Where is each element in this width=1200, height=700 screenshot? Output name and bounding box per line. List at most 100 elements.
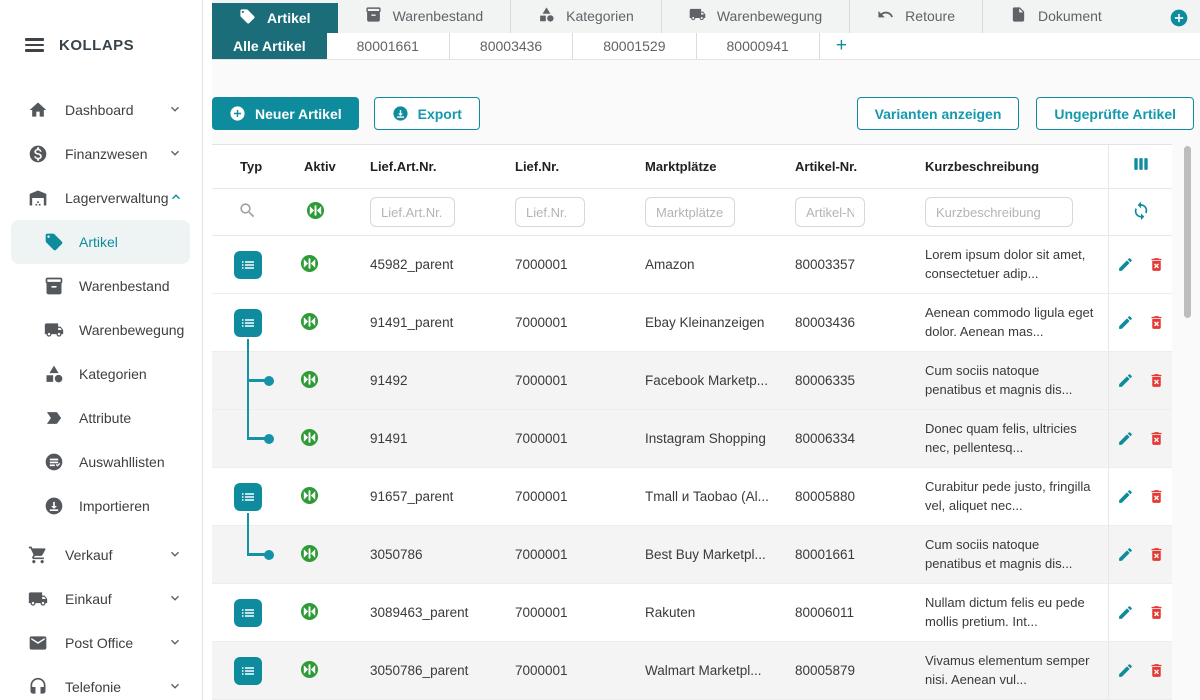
sidebar-item-label: Dashboard (65, 102, 134, 118)
sidebar-item-label: Finanzwesen (65, 146, 148, 162)
sidebar-item-label: Telefonie (65, 679, 121, 695)
active-status-icon (300, 254, 319, 276)
subtab-80000941[interactable]: 80000941 (696, 33, 819, 59)
col-header-aktiv: Aktiv (282, 145, 352, 188)
subtab-80003436[interactable]: 80003436 (449, 33, 572, 59)
sidebar-item-label: Warenbewegung (79, 322, 184, 338)
tree-connector (247, 339, 249, 353)
delete-icon[interactable] (1148, 546, 1165, 563)
sidebar-item-finanzwesen[interactable]: Finanzwesen (0, 132, 202, 176)
active-status-icon (300, 602, 319, 624)
sidebar-item-label: Verkauf (65, 547, 112, 563)
sidebar-item-attribute[interactable]: Attribute (0, 396, 202, 440)
delete-icon[interactable] (1148, 604, 1165, 621)
table-row: 3050786 7000001 Best Buy Marketpl... 800… (212, 526, 1172, 584)
active-status-icon (300, 428, 319, 450)
sidebar-item-label: Kategorien (79, 366, 147, 382)
expand-list-button[interactable] (234, 483, 262, 511)
chevron-down-icon (168, 102, 182, 119)
tab-retoure[interactable]: Retoure (849, 0, 982, 33)
cell-lief-nr: 7000001 (497, 526, 627, 583)
document-icon (1010, 6, 1027, 26)
cell-artikel-nr: 80003357 (777, 236, 907, 293)
unchecked-articles-button[interactable]: Ungeprüfte Artikel (1036, 97, 1194, 130)
edit-icon[interactable] (1117, 430, 1134, 447)
delete-icon[interactable] (1148, 662, 1165, 679)
subtab-label: 80003436 (480, 38, 542, 54)
sidebar-item-importieren[interactable]: Importieren (0, 484, 202, 528)
sidebar-item-verkauf[interactable]: Verkauf (0, 533, 202, 577)
tab-warenbestand[interactable]: Warenbestand (338, 0, 511, 33)
expand-list-button[interactable] (234, 657, 262, 685)
envelope-icon (28, 633, 48, 653)
vertical-scrollbar[interactable] (1184, 146, 1191, 318)
tab-kategorien[interactable]: Kategorien (510, 0, 661, 33)
subtab-80001529[interactable]: 80001529 (572, 33, 695, 59)
cell-lief-nr: 7000001 (497, 352, 627, 409)
sidebar-item-dashboard[interactable]: Dashboard (0, 88, 202, 132)
sidebar-item-kategorien[interactable]: Kategorien (0, 352, 202, 396)
sidebar-item-warenbestand[interactable]: Warenbestand (0, 264, 202, 308)
sidebar-item-artikel[interactable]: Artikel (11, 220, 190, 264)
add-article-tab-button[interactable]: + (819, 33, 863, 59)
import-circle-icon (44, 496, 64, 516)
brand-name: KOLLAPS (59, 37, 134, 54)
edit-icon[interactable] (1117, 256, 1134, 273)
filter-marktplaetze-input[interactable] (645, 197, 735, 227)
filter-lief-nr-input[interactable] (515, 197, 585, 227)
list-circle-icon (44, 452, 64, 472)
delete-icon[interactable] (1148, 372, 1165, 389)
filter-kurzbeschreibung-input[interactable] (925, 197, 1073, 227)
cell-lief-art-nr: 3050786 (352, 526, 497, 583)
edit-icon[interactable] (1117, 604, 1134, 621)
filter-artikel-nr-input[interactable] (795, 197, 865, 227)
main-area: Artikel Warenbestand Kategorien Warenbew… (212, 0, 1200, 700)
search-icon[interactable] (238, 201, 257, 223)
active-filter-toggle-icon[interactable] (306, 201, 325, 223)
expand-list-button[interactable] (234, 309, 262, 337)
subtab-label: Alle Artikel (233, 38, 306, 54)
edit-icon[interactable] (1117, 314, 1134, 331)
export-button[interactable]: Export (374, 97, 480, 130)
sidebar-item-lagerverwaltung[interactable]: Lagerverwaltung (0, 176, 202, 220)
delete-icon[interactable] (1148, 314, 1165, 331)
edit-icon[interactable] (1117, 662, 1134, 679)
columns-settings-icon[interactable] (1131, 154, 1151, 179)
active-status-icon (300, 370, 319, 392)
sidebar-item-label: Attribute (79, 410, 131, 426)
expand-list-button[interactable] (234, 251, 262, 279)
tag-icon (44, 232, 64, 252)
cell-marktplatz: Instagram Shopping (627, 410, 777, 467)
sidebar-item-post-office[interactable]: Post Office (0, 621, 202, 665)
subtab-alle-artikel[interactable]: Alle Artikel (212, 33, 327, 59)
menu-icon[interactable] (25, 38, 44, 52)
show-variants-button[interactable]: Varianten anzeigen (857, 97, 1020, 130)
table-row: 91657_parent 7000001 Tmall и Taobao (Al.… (212, 468, 1172, 526)
cell-lief-art-nr: 91491 (352, 410, 497, 467)
edit-icon[interactable] (1117, 372, 1134, 389)
delete-icon[interactable] (1148, 488, 1165, 505)
subtab-80001661[interactable]: 80001661 (327, 33, 449, 59)
home-icon (28, 100, 48, 120)
edit-icon[interactable] (1117, 488, 1134, 505)
sidebar-item-warenbewegung[interactable]: Warenbewegung (0, 308, 202, 352)
tab-artikel[interactable]: Artikel (212, 3, 338, 33)
cell-marktplatz: Amazon (627, 236, 777, 293)
tab-warenbewegung[interactable]: Warenbewegung (661, 0, 849, 33)
sidebar-item-telefonie[interactable]: Telefonie (0, 665, 202, 700)
inventory-box-icon (365, 6, 382, 26)
edit-icon[interactable] (1117, 546, 1134, 563)
expand-list-button[interactable] (234, 599, 262, 627)
refresh-icon[interactable] (1131, 200, 1151, 225)
subtab-label: 80001661 (357, 38, 419, 54)
delete-icon[interactable] (1148, 430, 1165, 447)
sidebar-item-einkauf[interactable]: Einkauf (0, 577, 202, 621)
add-tab-button[interactable] (1169, 8, 1189, 28)
new-article-button[interactable]: Neuer Artikel (212, 97, 359, 130)
cell-artikel-nr: 80005879 (777, 642, 907, 699)
tab-dokument[interactable]: Dokument (982, 0, 1129, 33)
col-header-typ: Typ (212, 145, 282, 188)
filter-lief-art-nr-input[interactable] (370, 197, 455, 227)
delete-icon[interactable] (1148, 256, 1165, 273)
sidebar-item-auswahllisten[interactable]: Auswahllisten (0, 440, 202, 484)
